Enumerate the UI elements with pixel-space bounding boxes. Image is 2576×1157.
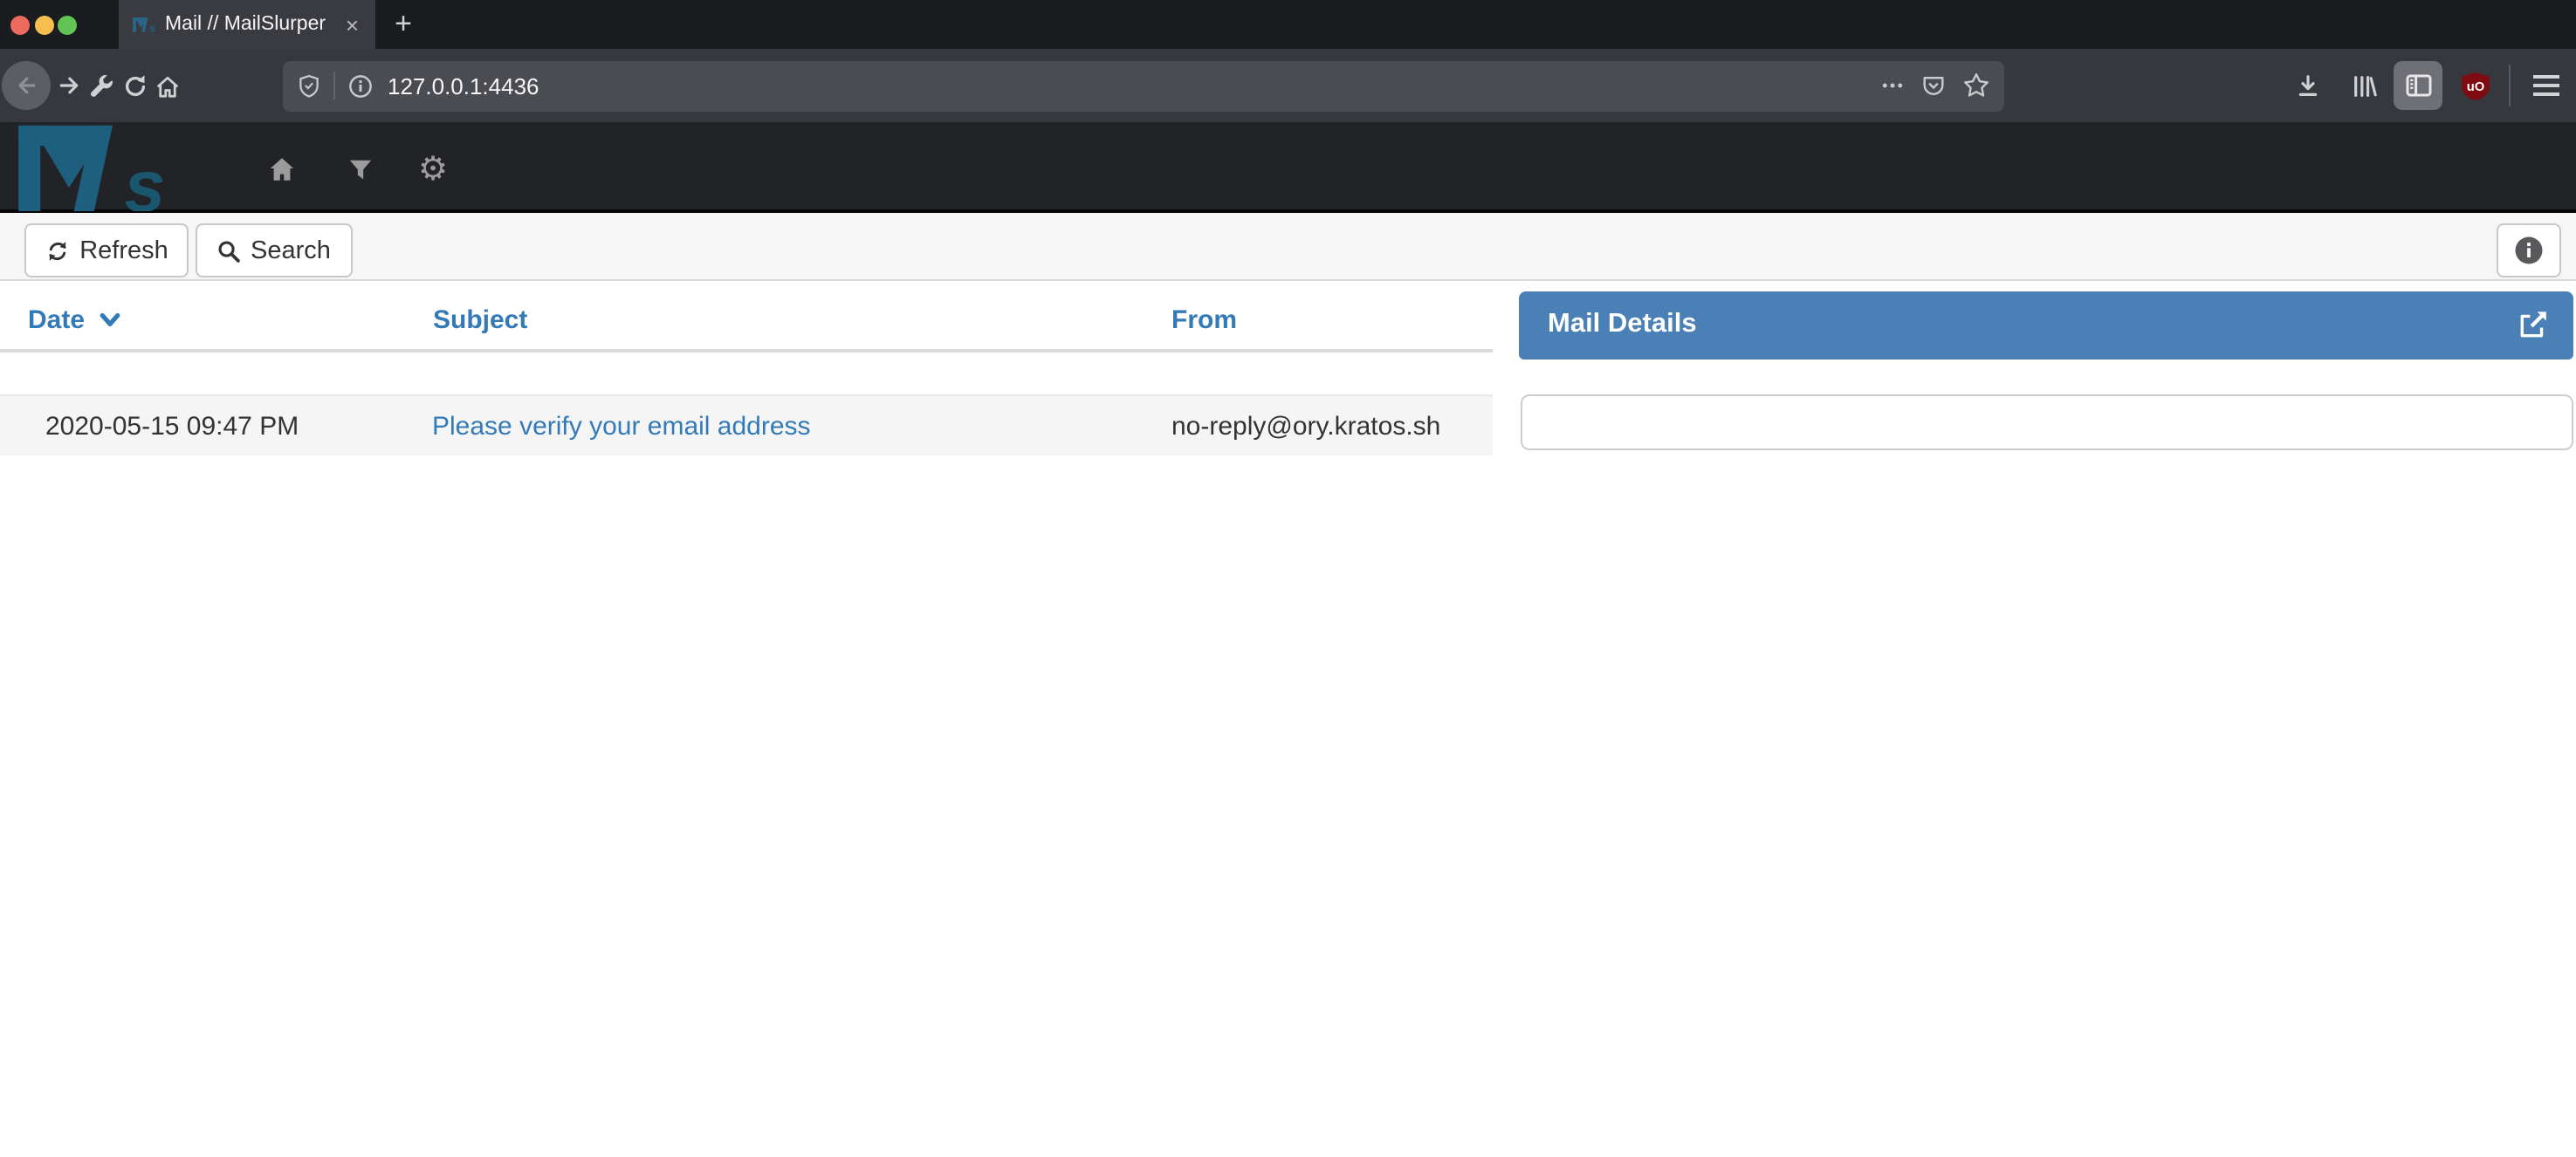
search-button[interactable]: Search <box>195 223 352 277</box>
ublock-shield-icon: uO <box>2460 69 2491 102</box>
svg-text:s: s <box>148 21 155 34</box>
window-close-button[interactable] <box>10 15 30 34</box>
pocket-icon[interactable] <box>1920 72 1947 99</box>
urlbar-separator <box>333 72 335 99</box>
sidebars-button[interactable] <box>2394 61 2442 110</box>
ublock-label: uO <box>2467 79 2485 93</box>
search-button-label: Search <box>251 236 331 264</box>
mailslurper-logo: s <box>16 124 162 211</box>
tracking-protection-shield-icon[interactable] <box>297 72 321 99</box>
gear-icon: ⚙ <box>418 153 448 186</box>
search-icon <box>216 238 240 263</box>
refresh-button[interactable]: Refresh <box>24 223 189 277</box>
forward-arrow-icon <box>55 73 81 98</box>
new-tab-button[interactable]: + <box>381 0 426 49</box>
library-button[interactable] <box>2343 49 2385 122</box>
column-header-from[interactable]: From <box>1171 305 1237 335</box>
column-header-subject[interactable]: Subject <box>433 305 527 335</box>
screen: s Mail // MailSlurper × + <box>0 0 2576 1157</box>
toolbar-separator <box>2509 65 2511 106</box>
sidebar-icon <box>2403 72 2433 99</box>
home-icon <box>154 72 182 99</box>
mail-subject-link[interactable]: Please verify your email address <box>432 412 811 442</box>
column-header-date[interactable]: Date <box>28 305 120 335</box>
url-bar[interactable]: 127.0.0.1:4436 <box>283 60 2004 111</box>
back-arrow-icon <box>14 73 38 98</box>
nav-home-button[interactable] <box>264 152 299 187</box>
browser-tab-bar: s Mail // MailSlurper × + <box>0 0 2576 49</box>
info-circle-icon <box>2514 236 2544 265</box>
back-button[interactable] <box>2 61 51 110</box>
home-button[interactable] <box>147 49 189 122</box>
about-info-button[interactable] <box>2497 223 2561 277</box>
nav-filter-button[interactable] <box>342 152 377 187</box>
mail-from-cell: no-reply@ory.kratos.sh <box>1171 412 1440 442</box>
table-header-rule <box>0 349 1493 353</box>
window-zoom-button[interactable] <box>58 15 77 34</box>
main-content: Date Subject From 2020-05-15 09:47 PM Pl… <box>0 281 2576 1157</box>
mailslurper-favicon: s <box>132 15 155 34</box>
home-icon <box>266 155 296 183</box>
downloads-button[interactable] <box>2287 49 2329 122</box>
svg-text:s: s <box>124 144 162 211</box>
mailslurper-navbar: s ⚙ <box>0 122 2576 213</box>
browser-tab[interactable]: s Mail // MailSlurper × <box>118 0 374 49</box>
nav-settings-button[interactable]: ⚙ <box>416 152 450 187</box>
mail-date-cell: 2020-05-15 09:47 PM <box>45 412 299 442</box>
mail-details-header: Mail Details <box>1519 291 2573 359</box>
mail-row[interactable]: 2020-05-15 09:47 PM Please verify your e… <box>0 394 1493 455</box>
sort-descending-chevron-icon <box>99 312 120 328</box>
ublock-origin-button[interactable]: uO <box>2455 49 2497 122</box>
download-icon <box>2294 72 2322 99</box>
tab-close-icon[interactable]: × <box>342 11 362 38</box>
page-actions-icon[interactable] <box>1880 73 1905 98</box>
window-minimize-button[interactable] <box>34 15 53 34</box>
date-header-label: Date <box>28 305 85 335</box>
refresh-icon <box>45 238 69 263</box>
browser-toolbar: 127.0.0.1:4436 <box>0 49 2576 122</box>
refresh-button-label: Refresh <box>79 236 168 264</box>
action-toolbar: Refresh Search <box>0 213 2576 281</box>
wrench-icon <box>88 72 114 99</box>
site-info-icon[interactable] <box>347 72 374 99</box>
mail-details-title: Mail Details <box>1548 309 2517 340</box>
url-text[interactable]: 127.0.0.1:4436 <box>388 72 1880 99</box>
reload-icon <box>121 72 148 99</box>
menu-button[interactable] <box>2523 49 2568 122</box>
library-icon <box>2349 72 2379 99</box>
filter-funnel-icon <box>347 156 373 182</box>
tab-title: Mail // MailSlurper <box>165 14 342 35</box>
mail-details-body <box>1521 394 2573 449</box>
bookmark-star-icon[interactable] <box>1962 72 1990 99</box>
open-external-icon[interactable] <box>2517 310 2548 339</box>
